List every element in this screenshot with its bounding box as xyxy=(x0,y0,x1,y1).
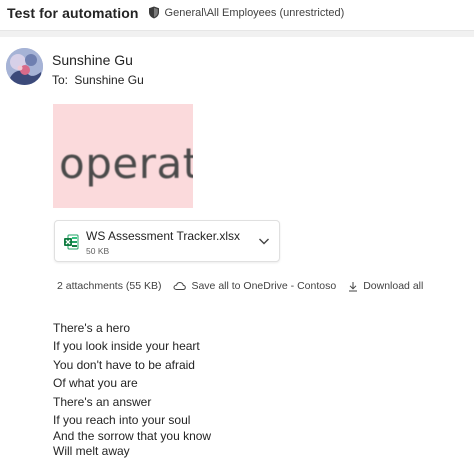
to-recipient[interactable]: Sunshine Gu xyxy=(74,73,143,87)
attachments-count: 2 attachments (55 KB) xyxy=(57,280,162,292)
download-all-label: Download all xyxy=(363,280,424,292)
body-line: If you reach into your soul xyxy=(53,412,191,427)
shield-icon xyxy=(148,6,159,19)
body-line: Will melt away xyxy=(53,444,130,459)
cloud-icon xyxy=(173,281,187,290)
inline-image-text: operati xyxy=(59,139,193,188)
save-all-onedrive-button[interactable]: Save all to OneDrive - Contoso xyxy=(173,280,336,292)
message-body: There's a hero If you look inside your h… xyxy=(53,319,211,459)
inline-image[interactable]: operati xyxy=(53,104,193,208)
excel-icon xyxy=(64,234,79,250)
message-header: Test for automation General\All Employee… xyxy=(0,0,474,25)
to-label: To: xyxy=(52,73,69,87)
attachment-file-name: WS Assessment Tracker.xlsx xyxy=(86,229,241,243)
body-line: You don't have to be afraid xyxy=(53,357,195,372)
chevron-down-icon[interactable] xyxy=(257,234,271,248)
attachments-bar: 2 attachments (55 KB) Save all to OneDri… xyxy=(57,280,435,292)
download-all-button[interactable]: Download all xyxy=(348,280,423,292)
avatar[interactable] xyxy=(6,48,43,85)
body-line: Of what you are xyxy=(53,376,138,391)
message-subject: Test for automation xyxy=(7,4,139,21)
header-divider xyxy=(0,30,474,37)
body-line: And the sorrow that you know xyxy=(53,429,212,444)
to-line: To: Sunshine Gu xyxy=(52,73,144,87)
sender-name[interactable]: Sunshine Gu xyxy=(52,52,133,68)
download-icon xyxy=(349,281,358,291)
body-line: There's an answer xyxy=(53,394,152,409)
sensitivity-label[interactable]: General\All Employees (unrestricted) xyxy=(165,7,345,19)
attachment-card[interactable]: WS Assessment Tracker.xlsx 50 KB xyxy=(54,220,280,262)
save-all-label: Save all to OneDrive - Contoso xyxy=(191,280,337,292)
body-line: If you look inside your heart xyxy=(53,339,200,354)
body-line: There's a hero xyxy=(53,321,130,335)
attachment-file-size: 50 KB xyxy=(86,246,110,256)
